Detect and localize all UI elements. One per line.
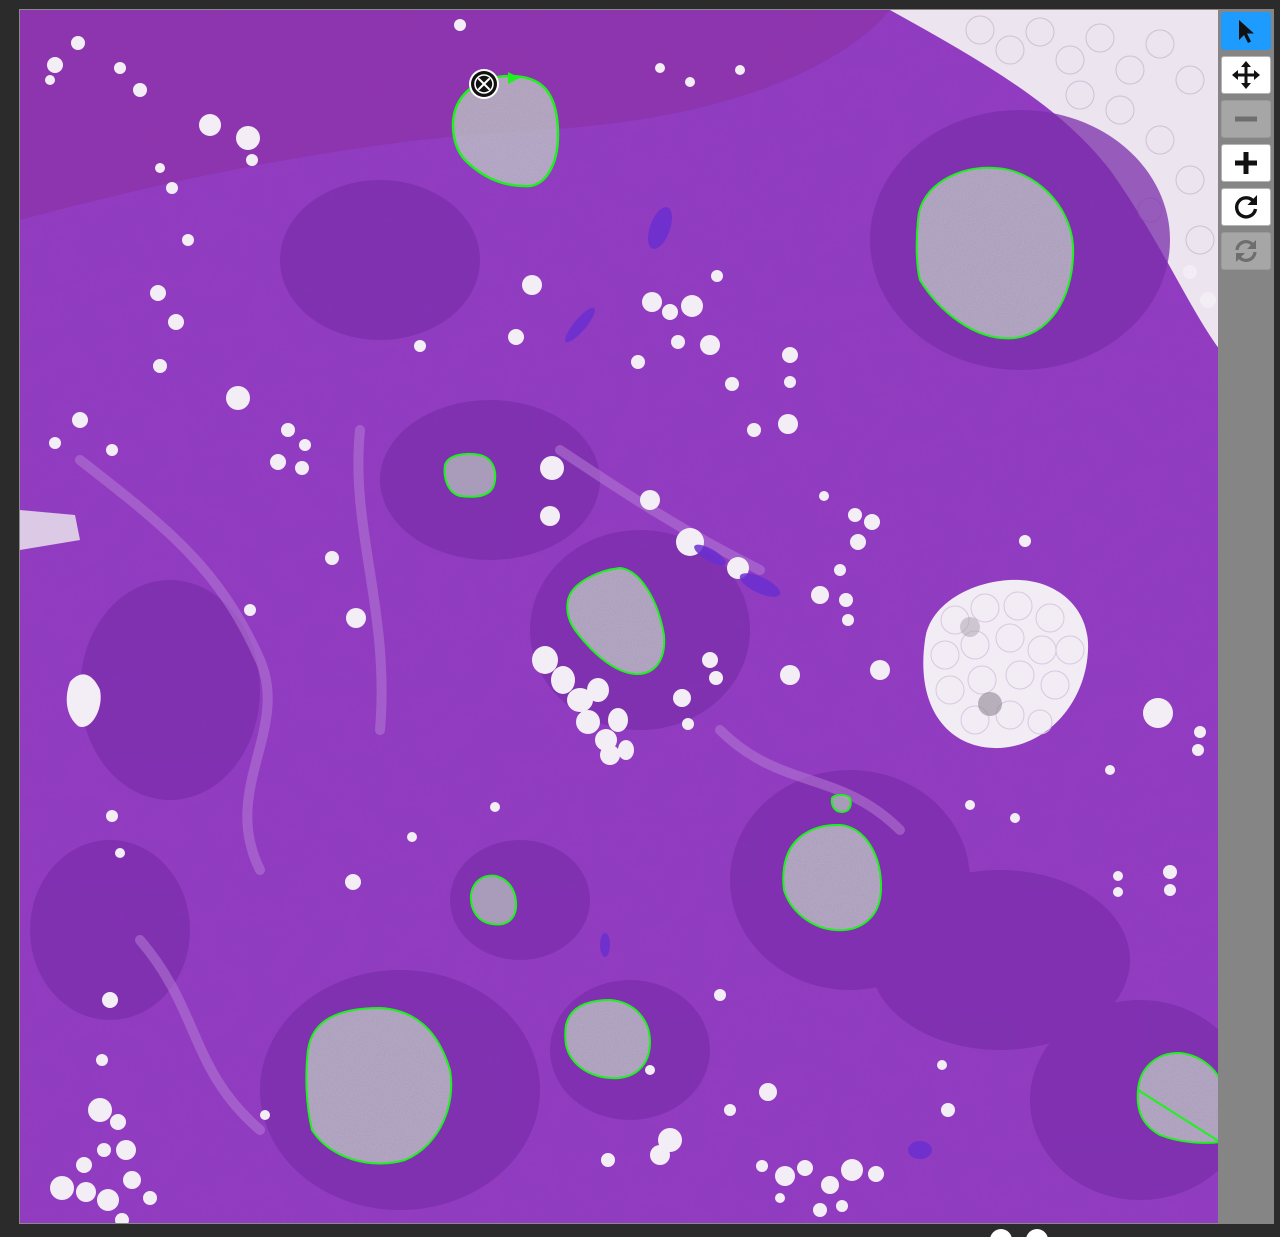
annotation-region[interactable] bbox=[305, 1006, 453, 1165]
viewer-toolbar bbox=[1218, 9, 1274, 1224]
pointer-arrow-icon bbox=[1239, 20, 1254, 43]
status-bar bbox=[980, 1226, 1280, 1237]
refresh-button[interactable] bbox=[1221, 232, 1271, 270]
rotate-button[interactable] bbox=[1221, 188, 1271, 226]
pan-tool-button[interactable] bbox=[1221, 56, 1271, 94]
info-icon bbox=[990, 1229, 1012, 1237]
select-tool-button[interactable] bbox=[1221, 12, 1271, 50]
help-icon bbox=[1026, 1229, 1048, 1237]
annotation-region[interactable] bbox=[443, 452, 497, 498]
refresh-icon bbox=[1235, 240, 1257, 262]
minus-icon bbox=[1235, 116, 1257, 122]
zoom-out-button[interactable] bbox=[1221, 100, 1271, 138]
move-arrows-icon bbox=[1232, 61, 1260, 89]
annotation-region[interactable] bbox=[564, 998, 652, 1080]
zoom-in-button[interactable] bbox=[1221, 144, 1271, 182]
plus-icon bbox=[1235, 152, 1257, 174]
annotation-region[interactable] bbox=[830, 794, 852, 814]
slide-viewer[interactable] bbox=[19, 9, 1221, 1224]
slide-canvas[interactable] bbox=[20, 10, 1220, 1223]
delete-annotation-button[interactable] bbox=[469, 69, 499, 99]
annotation-region[interactable] bbox=[469, 874, 518, 926]
rotate-icon bbox=[1234, 195, 1258, 219]
